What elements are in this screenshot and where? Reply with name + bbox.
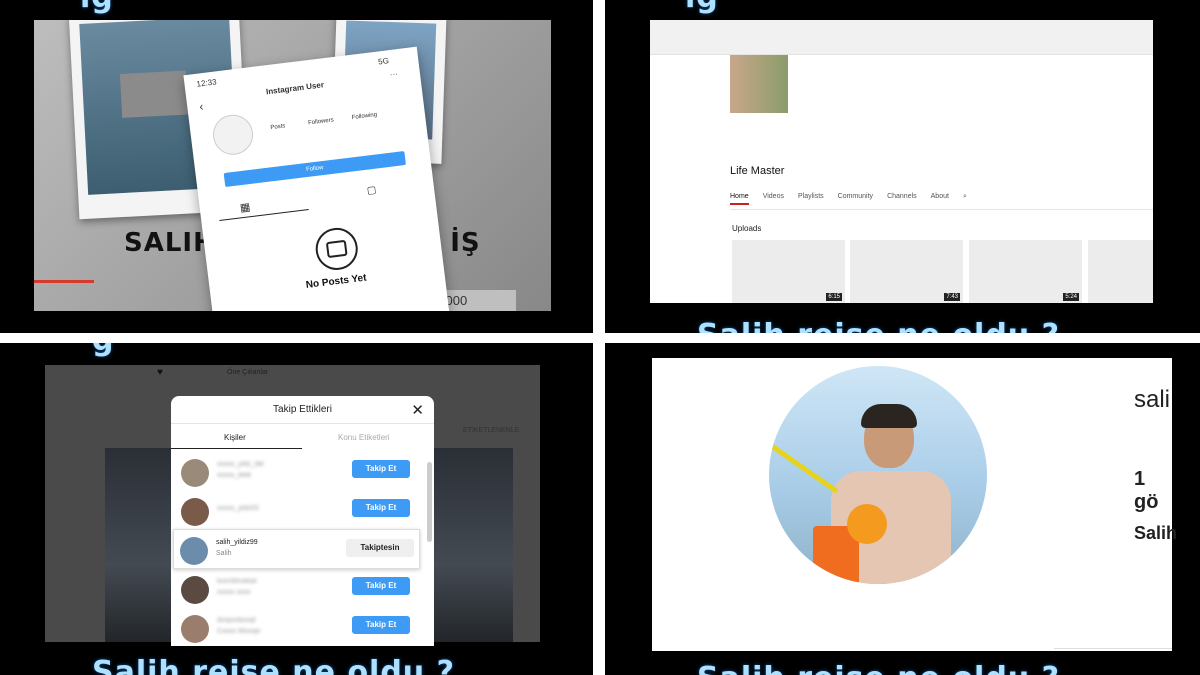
panel-youtube-channel: ig Life Master Home Videos Playlists Com… (605, 0, 1200, 333)
camera-icon (313, 225, 361, 273)
follow-button[interactable]: Takip Et (352, 499, 410, 517)
full-name: Cxxxx Mxxxpr (217, 628, 261, 635)
face-blur (119, 70, 189, 118)
profile-card: sali 1 gö Salih (652, 358, 1177, 651)
caption-top-q1: ig (80, 0, 114, 15)
caption-bottom-q4: Salih reise ne oldu ? (697, 661, 1060, 675)
follow-button[interactable]: Takip Et (352, 577, 410, 595)
tab-community[interactable]: Community (838, 193, 873, 205)
bio-name: Salih (1134, 523, 1178, 543)
profile-name: Instagram User (265, 80, 325, 97)
caption-bottom-q2: Salih reise ne oldu ? (697, 318, 1060, 333)
more-icon[interactable]: ··· (389, 69, 398, 79)
follow-button[interactable]: Takip Et (352, 460, 410, 478)
video-thumb-4[interactable] (1088, 240, 1153, 303)
channel-avatar (730, 55, 788, 113)
avatar[interactable] (181, 615, 209, 643)
tab-home[interactable]: Home (730, 193, 749, 205)
duration-badge: 5:24 (1063, 293, 1079, 301)
caption-bottom-q3: Salih reise ne oldu ? (92, 655, 456, 675)
username[interactable]: xxxxx_yldz_ble (217, 461, 264, 468)
photo-hair (861, 404, 917, 428)
username[interactable]: salih_yildiz99 (216, 539, 258, 546)
full-name: Salih (216, 550, 232, 557)
modal-divider (171, 423, 434, 424)
phone-screenshot: 12:33 5G ‹ Instagram User ··· Posts Foll… (183, 46, 450, 311)
list-item: xxxxx_yldz_ble xxxxx_blek Takip Et (171, 452, 434, 490)
list-item-highlighted: salih_yildiz99 Salih Takiptesin (173, 529, 420, 569)
tab-channels[interactable]: Channels (887, 193, 917, 205)
baseline-divider (1054, 648, 1172, 649)
uploads-heading: Uploads (732, 224, 762, 233)
active-tab-indicator (171, 448, 302, 449)
tab-people[interactable]: Kişiler (224, 433, 246, 442)
divider-horizontal (0, 333, 1200, 343)
panel-following-list: g ♥ Öne Çıkanlar ETİKETLENENLE Takip Ett… (0, 343, 593, 675)
tab-underline (219, 209, 309, 222)
profile-photo[interactable] (769, 366, 987, 584)
back-icon[interactable]: ‹ (199, 99, 205, 113)
tabs-divider (730, 209, 1153, 210)
stat-followers: Followers (307, 117, 335, 127)
modal-title: Takip Ettikleri (273, 404, 332, 415)
status-network: 5G (377, 56, 390, 67)
list-item: kxxrrbhukkal xxxxx xxxx Takip Et (171, 569, 434, 607)
highlights-label: Öne Çıkanlar (227, 369, 269, 376)
red-accent (34, 280, 94, 283)
tab-playlists[interactable]: Playlists (798, 193, 824, 205)
photo-straw (769, 443, 839, 494)
browser-bar (650, 20, 1153, 55)
stat-posts: Posts (270, 123, 286, 132)
following-button[interactable]: Takiptesin (346, 539, 414, 557)
status-time: 12:33 (196, 77, 218, 89)
close-icon[interactable]: ✕ (411, 401, 424, 419)
username[interactable]: xxxxx_yldz03 (217, 505, 259, 512)
full-name: xxxxx_blek (217, 472, 252, 479)
profile-name: sali (1134, 386, 1171, 413)
video-thumb-1[interactable]: 6:15 (732, 240, 845, 303)
tagged-icon[interactable]: ▢ (366, 185, 377, 197)
channel-tabs: Home Videos Playlists Community Channels… (730, 193, 967, 205)
tab-videos[interactable]: Videos (763, 193, 784, 205)
post-count: 1 gö (1134, 468, 1159, 513)
avatar (210, 112, 256, 158)
photo-orange (847, 504, 887, 544)
news-graphic: SALIH K İŞ ol14.000.000 12:33 5G ‹ Insta… (34, 20, 551, 311)
panel-instagram-profile: ig SALIH K İŞ ol14.000.000 12:33 5G ‹ In… (0, 0, 593, 333)
avatar[interactable] (181, 576, 209, 604)
empty-state: No Posts Yet (305, 272, 368, 291)
username[interactable]: dxxpsxbxxqf (217, 617, 256, 624)
duration-badge: 6:15 (826, 293, 842, 301)
avatar[interactable] (181, 498, 209, 526)
tagged-label: ETİKETLENENLE (463, 427, 520, 434)
tab-about[interactable]: About (931, 193, 949, 205)
full-name: xxxxx xxxx (217, 589, 251, 596)
caption-top-q3: g (92, 343, 114, 358)
duration-badge: 7:43 (944, 293, 960, 301)
follow-button[interactable]: Follow (223, 150, 406, 188)
username[interactable]: kxxrrbhukkal (217, 578, 256, 585)
channel-name: Life Master (730, 165, 785, 177)
following-modal: Takip Ettikleri ✕ Kişiler Konu Etiketler… (171, 396, 434, 646)
avatar[interactable] (181, 459, 209, 487)
caption-top-q2: ig (685, 0, 719, 15)
stat-following: Following (351, 112, 378, 122)
avatar[interactable] (180, 537, 208, 565)
search-icon[interactable]: ⌕ (963, 193, 967, 205)
list-item: dxxpsxbxxqf Cxxxx Mxxxpr Takip Et (171, 608, 434, 646)
grid-icon[interactable]: ▦ (239, 200, 251, 214)
follow-button[interactable]: Takip Et (352, 616, 410, 634)
tab-hashtags[interactable]: Konu Etiketleri (338, 433, 390, 442)
list-item: xxxxx_yldz03 Takip Et (171, 491, 434, 529)
scrollbar[interactable] (427, 462, 432, 542)
video-thumb-2[interactable]: 7:43 (850, 240, 963, 303)
heart-icon: ♥ (157, 367, 163, 378)
video-thumb-3[interactable]: 5:24 (969, 240, 1082, 303)
youtube-screen: Life Master Home Videos Playlists Commun… (650, 20, 1153, 303)
panel-profile-zoom: sali 1 gö Salih Salih reise ne oldu ? (605, 343, 1200, 675)
